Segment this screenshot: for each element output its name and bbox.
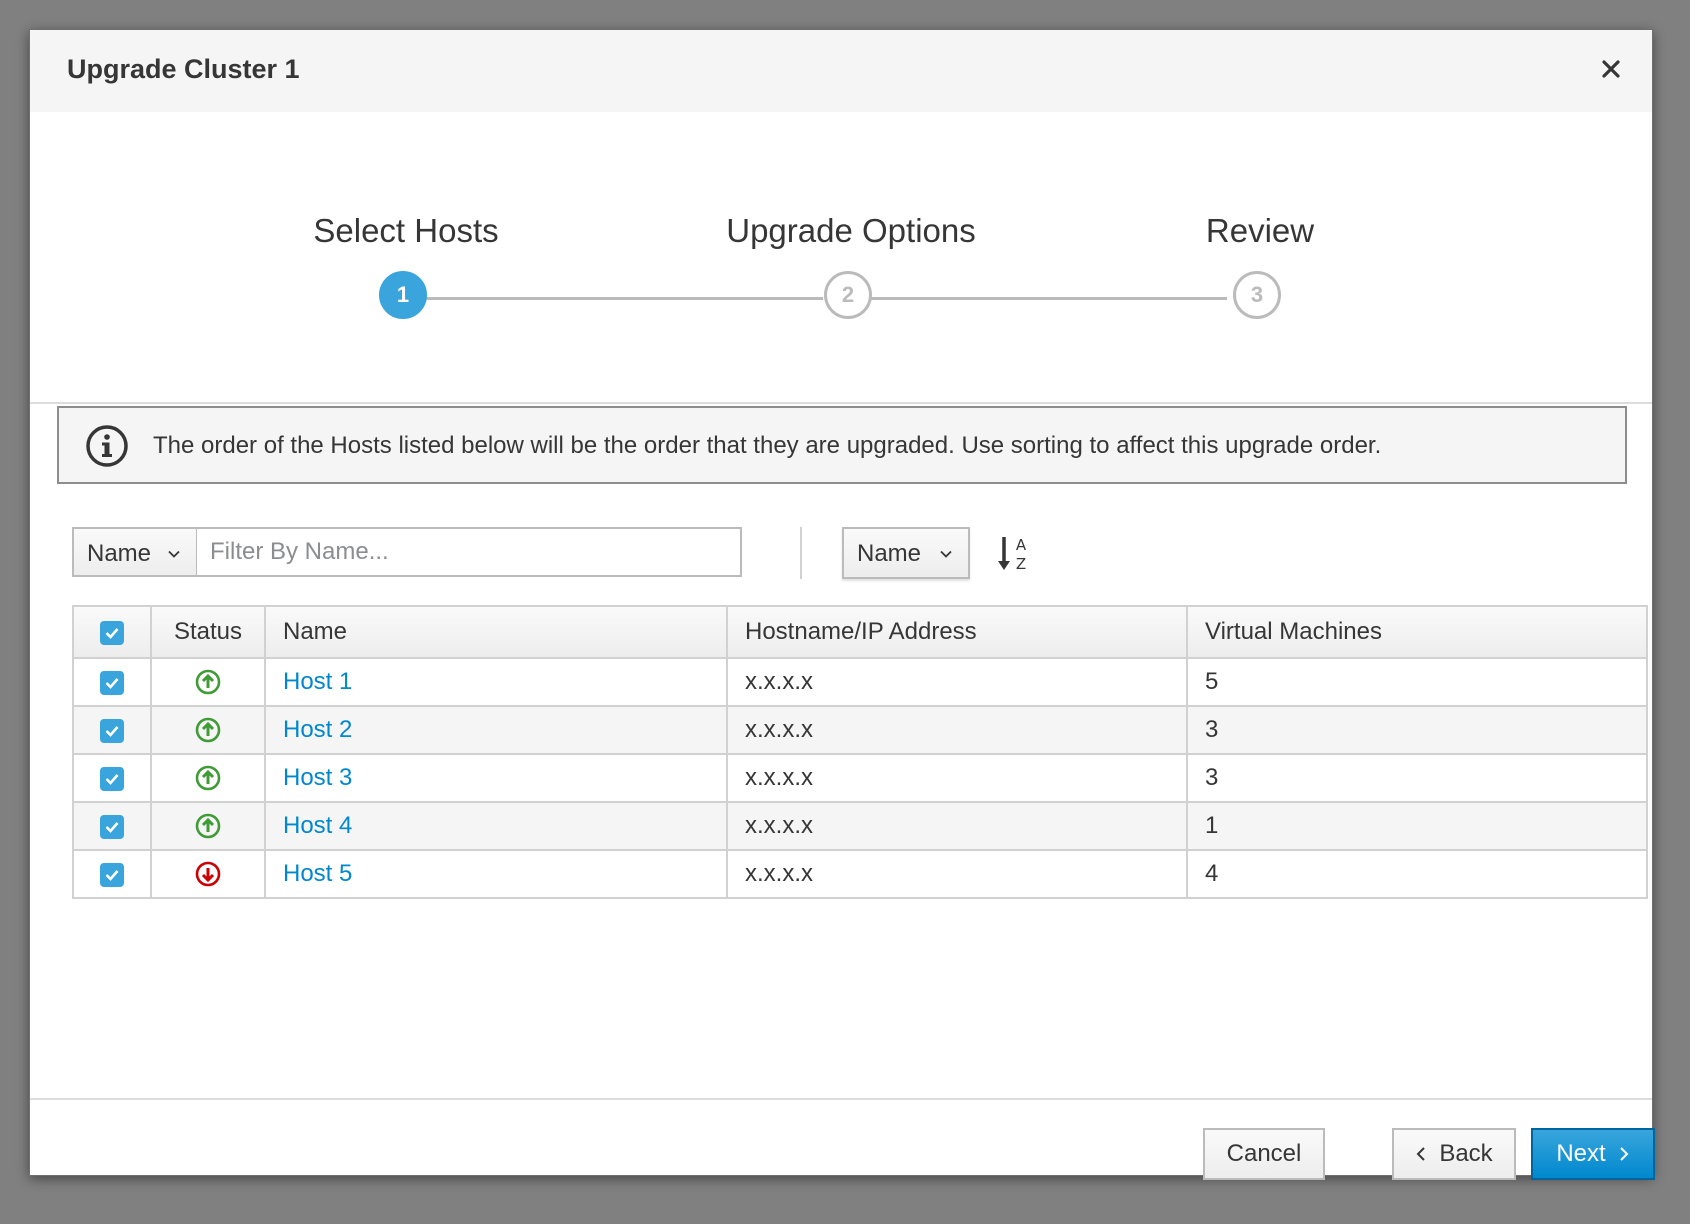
address-cell: x.x.x.x [726,657,1188,707]
filter-input[interactable] [196,527,742,577]
row-checkbox[interactable] [100,814,124,839]
sort-alpha-asc-icon[interactable]: A Z [996,534,1032,574]
wizard-step-review[interactable]: Review 3 [1060,112,1460,342]
chevron-right-icon [1619,1147,1629,1161]
step-label: Review [1205,212,1315,249]
status-cell [150,801,266,851]
check-icon [105,869,119,881]
alert-message: The order of the Hosts listed below will… [153,432,1382,459]
filter-field-label: Name [87,540,152,567]
row-checkbox[interactable] [100,670,124,695]
dialog-header: Upgrade Cluster 1 [30,30,1652,112]
hosts-table: Status Name Hostname/IP Address Virtual … [72,605,1648,899]
host-link[interactable]: Host 3 [283,764,352,791]
vms-cell: 3 [1186,753,1648,803]
step-number: 1 [379,271,427,319]
info-icon [86,425,128,467]
info-alert: The order of the Hosts listed below will… [57,406,1627,484]
host-link[interactable]: Host 2 [283,716,352,743]
row-select-cell [72,657,152,707]
column-header-name[interactable]: Name [264,605,728,659]
status-up-icon [195,718,221,743]
row-select-cell [72,849,152,899]
name-cell: Host 3 [264,753,728,803]
name-cell: Host 5 [264,849,728,899]
row-select-cell [72,705,152,755]
status-up-icon [195,766,221,791]
filter-field-dropdown[interactable]: Name [72,527,198,577]
column-header-address[interactable]: Hostname/IP Address [726,605,1188,659]
name-cell: Host 1 [264,657,728,707]
close-button[interactable] [1594,52,1628,86]
check-icon [105,821,119,833]
name-cell: Host 4 [264,801,728,851]
row-select-cell [72,801,152,851]
table-row: Host 5 x.x.x.x 4 [72,849,1648,899]
status-up-icon [195,814,221,839]
next-button[interactable]: Next [1531,1128,1655,1180]
table-header-row: Status Name Hostname/IP Address Virtual … [72,605,1648,659]
step-label: Upgrade Options [726,212,976,249]
address-cell: x.x.x.x [726,801,1188,851]
host-link[interactable]: Host 1 [283,668,352,695]
check-icon [105,627,119,639]
name-cell: Host 2 [264,705,728,755]
next-label: Next [1556,1140,1606,1167]
table-row: Host 3 x.x.x.x 3 [72,753,1648,803]
wizard-step-select-hosts[interactable]: Select Hosts 1 [206,112,606,342]
table-row: Host 4 x.x.x.x 1 [72,801,1648,851]
vms-cell: 3 [1186,705,1648,755]
table-row: Host 1 x.x.x.x 5 [72,657,1648,707]
sort-field-label: Name [857,540,922,567]
host-link[interactable]: Host 5 [283,860,352,887]
row-checkbox[interactable] [100,862,124,887]
status-cell [150,849,266,899]
vms-cell: 4 [1186,849,1648,899]
address-cell: x.x.x.x [726,849,1188,899]
back-button[interactable]: Back [1392,1128,1516,1180]
cancel-label: Cancel [1226,1140,1302,1167]
select-all-checkbox[interactable] [100,620,124,645]
status-down-icon [195,862,221,887]
address-cell: x.x.x.x [726,753,1188,803]
host-link[interactable]: Host 4 [283,812,352,839]
chevron-down-icon [168,550,180,558]
cancel-button[interactable]: Cancel [1203,1128,1325,1180]
step-number: 2 [824,271,872,319]
footer-divider [30,1098,1652,1100]
status-up-icon [195,670,221,695]
row-select-cell [72,753,152,803]
back-label: Back [1439,1140,1493,1167]
status-cell [150,753,266,803]
check-icon [105,773,119,785]
check-icon [105,725,119,737]
close-icon [1602,60,1620,78]
wizard-steps: Select Hosts 1 Upgrade Options 2 Review … [30,112,1652,404]
table-row: Host 2 x.x.x.x 3 [72,705,1648,755]
chevron-left-icon [1416,1147,1426,1161]
row-checkbox[interactable] [100,766,124,791]
select-all-cell [72,605,152,659]
dialog-title: Upgrade Cluster 1 [67,54,300,84]
address-cell: x.x.x.x [726,705,1188,755]
svg-text:A: A [1016,536,1027,554]
chevron-down-icon [940,550,952,558]
vms-cell: 5 [1186,657,1648,707]
upgrade-cluster-dialog: Upgrade Cluster 1 Select Hosts 1 Upgrade… [29,29,1655,1180]
step-label: Select Hosts [313,212,499,249]
check-icon [105,677,119,689]
toolbar-divider [800,527,802,579]
status-cell [150,705,266,755]
status-cell [150,657,266,707]
step-number: 3 [1233,271,1281,319]
column-header-status[interactable]: Status [150,605,266,659]
vms-cell: 1 [1186,801,1648,851]
row-checkbox[interactable] [100,718,124,743]
wizard-step-upgrade-options[interactable]: Upgrade Options 2 [651,112,1051,342]
column-header-vms[interactable]: Virtual Machines [1186,605,1648,659]
sort-field-dropdown[interactable]: Name [842,527,970,579]
svg-text:Z: Z [1016,555,1026,573]
